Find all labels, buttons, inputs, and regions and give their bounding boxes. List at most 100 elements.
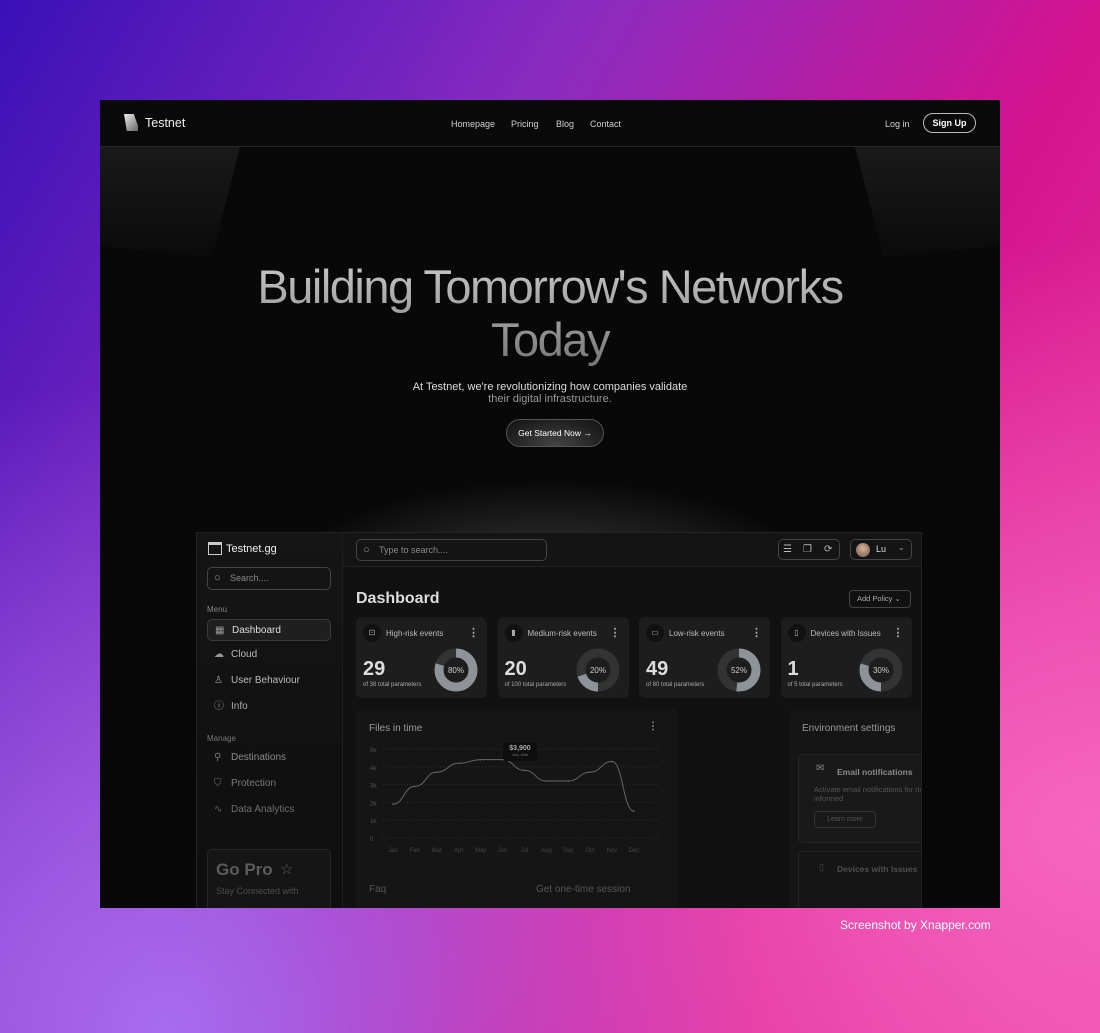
x-tick-label: Feb xyxy=(410,848,421,854)
get-started-button[interactable]: Get Started Now → xyxy=(506,419,604,447)
hero-subtitle-line2: their digital infrastructure. xyxy=(488,393,612,405)
light-beam xyxy=(855,147,1000,257)
kpi-title: Low-risk events xyxy=(669,629,725,638)
sidebar-item-cloud[interactable]: ☁ Cloud xyxy=(207,644,331,666)
sidebar-item-label: Protection xyxy=(231,778,277,789)
kpi-percent: 52% xyxy=(731,666,747,675)
sidebar-item-info[interactable]: ⓘ Info xyxy=(207,696,331,718)
sidebar-item-destinations[interactable]: ⚲ Destinations xyxy=(207,747,331,769)
go-pro-text: Stay Connected with xyxy=(216,886,299,896)
kpi-card: ▮ Medium-risk events ⋮ 20 of 100 total p… xyxy=(497,617,629,698)
x-tick-label: May xyxy=(475,848,486,854)
data-point xyxy=(414,785,416,788)
more-icon[interactable]: ⋮ xyxy=(893,626,904,639)
hero-title-line2: Today xyxy=(491,313,609,366)
x-tick-label: Apr xyxy=(454,848,463,854)
list-icon[interactable]: ☰ xyxy=(783,540,792,559)
search-icon: ○ xyxy=(363,544,370,556)
signup-button[interactable]: Sign Up xyxy=(923,113,976,133)
sidebar-search-placeholder: Search.... xyxy=(230,573,269,583)
more-icon[interactable]: ⋮ xyxy=(468,626,479,639)
data-point xyxy=(545,780,548,782)
login-link[interactable]: Log in xyxy=(885,119,910,129)
kpi-title: Medium-risk events xyxy=(527,629,597,638)
x-tick-label: Oct xyxy=(586,848,596,854)
user-name: Lu xyxy=(876,544,887,554)
user-menu[interactable]: Lu ⌄ xyxy=(850,539,912,560)
page-title: Dashboard xyxy=(356,590,440,607)
email-title: Email notifications xyxy=(837,767,913,777)
data-point xyxy=(611,760,613,763)
line-chart: 0 1k 2k 3k 4k 5k Jan Feb Mar Apr May Jun Jul Aug Sep Oc… xyxy=(370,748,659,854)
more-icon[interactable]: ⋮ xyxy=(610,626,621,639)
kpi-title: Devices with Issues xyxy=(810,629,881,638)
x-tick-label: Aug xyxy=(541,848,552,854)
kpi-card: ▯ Devices with Issues ⋮ 1 of 5 total par… xyxy=(780,617,912,698)
more-icon[interactable]: ⋮ xyxy=(751,626,762,639)
y-tick-label: 0 xyxy=(370,837,374,843)
sidebar-search-input[interactable]: ○ Search.... xyxy=(207,567,331,590)
kpi-value: 1 xyxy=(787,658,799,680)
sidebar: Testnet.gg ○ Search.... Menu ▦ Dashboard … xyxy=(197,533,343,908)
top-search-input[interactable]: ○ Type to search.... xyxy=(356,539,547,561)
email-notifications-panel: ✉ Email notifications Activate email not… xyxy=(798,754,921,843)
kpi-title: High-risk events xyxy=(386,629,444,638)
sidebar-item-label: Destinations xyxy=(231,752,287,763)
nav-pricing[interactable]: Pricing xyxy=(511,119,539,129)
sidebar-item-label: Info xyxy=(231,701,248,712)
chat-icon[interactable]: ❐ xyxy=(803,540,812,559)
shield-icon: ⛉ xyxy=(214,778,222,789)
y-tick-label: 5k xyxy=(370,748,377,754)
refresh-icon[interactable]: ⟳ xyxy=(824,540,832,559)
top-bar: ○ Type to search.... ☰ ❐ ⟳ Lu ⌄ xyxy=(343,533,921,567)
sidebar-item-dashboard[interactable]: ▦ Dashboard xyxy=(207,619,331,641)
session-title: Get one-time session xyxy=(536,884,631,895)
x-tick-label: Dec xyxy=(629,848,640,854)
environment-settings-card: Environment settings ⋮ ✉ Email notificat… xyxy=(789,709,921,908)
browser-screenshot: Testnet Homepage Pricing Blog Contact Lo… xyxy=(100,100,1000,908)
top-search-placeholder: Type to search.... xyxy=(379,545,449,555)
x-tick-label: Mar xyxy=(432,848,442,854)
chevron-down-icon: ⌄ xyxy=(898,543,905,552)
data-point xyxy=(457,762,460,765)
faq-title: Faq xyxy=(369,884,387,895)
sidebar-item-data-analytics[interactable]: ∿ Data Analytics xyxy=(207,799,331,821)
hero-title-line1: Building Tomorrow's Networks xyxy=(257,260,843,313)
avatar xyxy=(856,543,870,557)
chart-tooltip: $3,900 July 18th xyxy=(503,743,537,761)
kpi-value: 29 xyxy=(363,658,386,680)
brand-logo-icon xyxy=(208,542,222,555)
sidebar-item-label: Data Analytics xyxy=(231,804,295,815)
y-tick-label: 1k xyxy=(370,819,377,825)
nav-homepage[interactable]: Homepage xyxy=(451,119,495,129)
kpi-donut: 20% xyxy=(576,648,619,692)
hero-subtitle-line1: At Testnet, we're revolutionizing how co… xyxy=(412,381,688,393)
kpi-value: 49 xyxy=(646,658,669,680)
add-policy-button[interactable]: Add Policy ⌄ xyxy=(849,590,911,608)
tooltip-value: $3,900 xyxy=(509,745,531,752)
menu-label: Menu xyxy=(207,605,228,614)
y-tick-label: 2k xyxy=(370,801,377,807)
go-pro-card[interactable]: Go Pro ☆ Stay Connected with xyxy=(207,849,331,908)
x-tick-label: Jun xyxy=(498,848,508,854)
mail-icon: ✉ xyxy=(816,763,825,774)
data-point xyxy=(523,769,526,772)
sidebar-item-protection[interactable]: ⛉ Protection xyxy=(207,773,331,795)
nav-blog[interactable]: Blog xyxy=(556,119,574,129)
kpi-subtitle: of 38 total parameters xyxy=(363,682,422,688)
dashboard-brand: Testnet.gg xyxy=(226,543,277,555)
hero-subtitle: At Testnet, we're revolutionizing how co… xyxy=(100,381,1000,405)
sidebar-item-user-behaviour[interactable]: ♙ User Behaviour xyxy=(207,670,331,692)
kpi-subtitle: of 5 total parameters xyxy=(787,682,843,688)
info-icon: ⓘ xyxy=(214,701,224,712)
battery-icon: ▭ xyxy=(646,624,664,642)
sidebar-item-label: Cloud xyxy=(231,649,258,660)
kpi-card: ⊡ High-risk events ⋮ 29 of 38 total para… xyxy=(356,617,487,698)
learn-more-button[interactable]: Learn more xyxy=(814,811,876,828)
email-text: Activate email notifications for risky e… xyxy=(814,785,921,803)
destinations-icon: ⚲ xyxy=(214,752,222,763)
data-point xyxy=(436,771,438,773)
nav-contact[interactable]: Contact xyxy=(590,119,621,129)
user-icon: ♙ xyxy=(214,675,223,686)
kpi-donut: 52% xyxy=(717,648,761,692)
